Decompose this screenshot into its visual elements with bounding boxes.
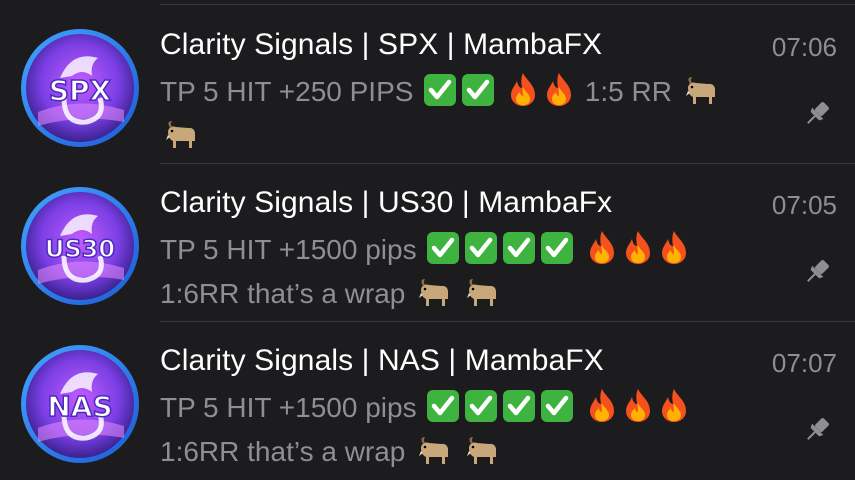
goat-icon bbox=[166, 121, 195, 148]
fire-icon bbox=[547, 73, 571, 106]
fire-icon bbox=[511, 73, 535, 106]
goat-icon bbox=[466, 279, 496, 306]
goat-icon bbox=[419, 279, 449, 306]
fire-icon bbox=[662, 231, 687, 264]
check-mark-button-icon bbox=[427, 390, 460, 422]
avatar-label: SPX bbox=[49, 74, 112, 107]
preview-text: TP 5 HIT +1500 pips bbox=[160, 234, 417, 265]
pin-icon[interactable] bbox=[801, 98, 833, 130]
chat-preview: TP 5 HIT +1500 pips 1:6RR that’s a wrap bbox=[160, 228, 750, 316]
chat-row-nas[interactable]: NAS Clarity Signals | NAS | MambaFX 07:0… bbox=[0, 322, 855, 480]
check-mark-button-icon bbox=[541, 390, 574, 422]
chat-list: SPX Clarity Signals | SPX | MambaFX 07:0… bbox=[0, 0, 855, 480]
check-mark-button-icon bbox=[465, 232, 498, 264]
chat-row-spx[interactable]: SPX Clarity Signals | SPX | MambaFX 07:0… bbox=[0, 6, 855, 164]
fires bbox=[584, 231, 692, 265]
check-mark-button-icon bbox=[503, 232, 536, 264]
goat-icon bbox=[419, 437, 449, 464]
checks bbox=[424, 232, 584, 265]
fire-icon bbox=[590, 389, 615, 422]
avatar-label: NAS bbox=[47, 390, 112, 423]
fire-icon bbox=[590, 231, 615, 264]
pin-icon[interactable] bbox=[801, 256, 833, 288]
pin-icon[interactable] bbox=[801, 414, 833, 446]
preview-text-line2: 1:6RR that’s a wrap bbox=[160, 436, 406, 467]
chat-title: Clarity Signals | SPX | MambaFX bbox=[160, 28, 603, 61]
top-divider bbox=[160, 4, 855, 5]
check-mark-button-icon bbox=[427, 232, 460, 264]
goat-icon bbox=[466, 437, 496, 464]
preview-text: TP 5 HIT +250 PIPS bbox=[160, 76, 414, 107]
chat-time: 07:07 bbox=[771, 348, 837, 378]
chat-title: Clarity Signals | NAS | MambaFX bbox=[160, 344, 604, 377]
chat-row-us30[interactable]: US30 Clarity Signals | US30 | MambaFx 07… bbox=[0, 164, 855, 322]
preview-text: TP 5 HIT +1500 pips bbox=[160, 392, 417, 423]
chat-preview: TP 5 HIT +250 PIPS 1:5 RR bbox=[160, 70, 750, 158]
fires bbox=[584, 389, 692, 423]
fire-icon bbox=[626, 389, 651, 422]
avatar: NAS bbox=[21, 345, 139, 463]
check-mark-button-icon bbox=[465, 390, 498, 422]
check-mark-button-icon bbox=[462, 74, 495, 106]
checks bbox=[421, 74, 505, 107]
goat-icon bbox=[685, 77, 715, 104]
chat-title: Clarity Signals | US30 | MambaFx bbox=[160, 186, 613, 219]
preview-text-after: 1:5 RR bbox=[584, 76, 672, 107]
fire-icon bbox=[662, 389, 687, 422]
fire-icon bbox=[626, 231, 651, 264]
chat-time: 07:05 bbox=[771, 190, 837, 220]
fires bbox=[505, 73, 585, 107]
check-mark-button-icon bbox=[424, 74, 457, 106]
chat-time: 07:06 bbox=[771, 32, 837, 62]
checks bbox=[424, 390, 584, 423]
avatar: US30 bbox=[21, 187, 139, 305]
avatar: SPX bbox=[21, 29, 139, 147]
preview-text-line2: 1:6RR that’s a wrap bbox=[160, 278, 406, 309]
avatar-label: US30 bbox=[45, 235, 115, 263]
check-mark-button-icon bbox=[503, 390, 536, 422]
chat-preview: TP 5 HIT +1500 pips 1:6RR that’s a wrap bbox=[160, 386, 750, 474]
check-mark-button-icon bbox=[541, 232, 574, 264]
